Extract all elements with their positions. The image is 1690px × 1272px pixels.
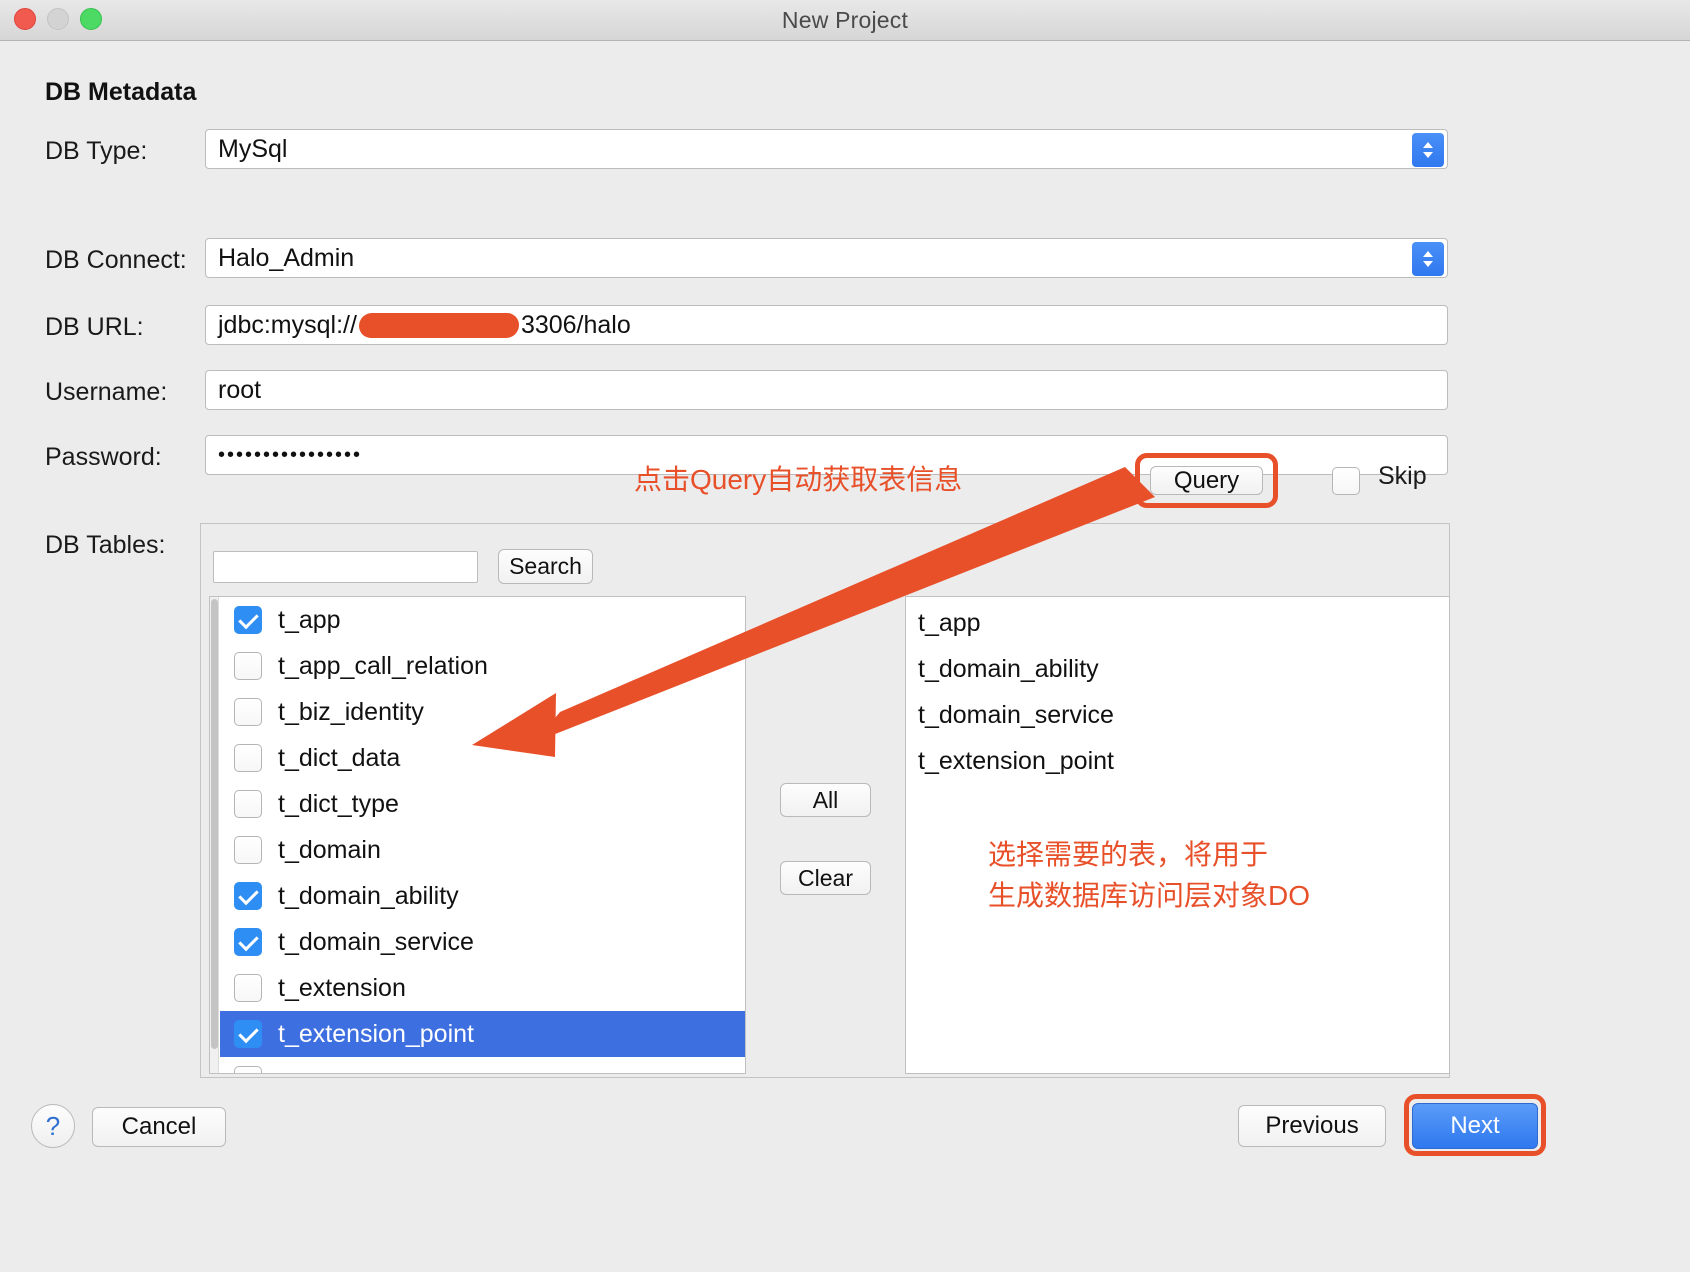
- query-button[interactable]: Query: [1150, 466, 1263, 495]
- table-list-item[interactable]: t_dict_type: [220, 781, 746, 827]
- chevron-updown-icon[interactable]: [1412, 133, 1444, 167]
- db-type-combobox[interactable]: MySql: [205, 129, 1448, 169]
- table-name-label: t_app_call_relation: [278, 652, 488, 681]
- chevron-updown-icon[interactable]: [1412, 242, 1444, 276]
- table-name-label: t_dict_data: [278, 744, 400, 773]
- password-label: Password:: [45, 443, 162, 472]
- password-value: ••••••••••••••••: [218, 444, 362, 467]
- selection-annotation-line1: 选择需要的表，将用于: [988, 836, 1268, 874]
- table-name-label: t_biz_identity: [278, 698, 424, 727]
- selected-table-item[interactable]: t_domain_service: [910, 692, 1440, 738]
- table-list-item[interactable]: t_app_call_relation: [220, 643, 746, 689]
- table-name-label: t_app: [278, 606, 341, 635]
- previous-button[interactable]: Previous: [1238, 1105, 1386, 1147]
- window-title: New Project: [782, 7, 908, 34]
- close-window-button[interactable]: [14, 8, 36, 30]
- selected-table-item[interactable]: t_extension_point: [910, 738, 1440, 784]
- username-input[interactable]: root: [205, 370, 1448, 410]
- selected-table-item[interactable]: t_domain_ability: [910, 646, 1440, 692]
- db-url-prefix: jdbc:mysql://: [218, 311, 357, 340]
- skip-label: Skip: [1378, 462, 1427, 491]
- list-scrollbar-thumb[interactable]: [211, 599, 218, 1049]
- selected-tables-list[interactable]: t_appt_domain_abilityt_domain_servicet_e…: [905, 596, 1450, 1074]
- window-controls[interactable]: [14, 8, 102, 30]
- table-list-item[interactable]: t_app: [220, 597, 746, 643]
- list-scrollbar-track[interactable]: [210, 597, 219, 1074]
- table-name-label: t_extension_point: [278, 1020, 474, 1049]
- db-connect-combobox[interactable]: Halo_Admin: [205, 238, 1448, 278]
- section-heading: DB Metadata: [45, 78, 196, 107]
- db-connect-value: Halo_Admin: [218, 244, 354, 273]
- window-titlebar: New Project: [0, 0, 1690, 41]
- table-checkbox[interactable]: [234, 1020, 262, 1048]
- db-connect-label: DB Connect:: [45, 246, 187, 275]
- transfer-clear-button[interactable]: Clear: [780, 861, 871, 895]
- table-search-input[interactable]: [213, 551, 478, 583]
- minimize-window-button[interactable]: [47, 8, 69, 30]
- dialog-body: DB Metadata DB Type: MySql DB Connect: H…: [0, 41, 1690, 1272]
- help-button[interactable]: ?: [31, 1104, 75, 1148]
- skip-checkbox[interactable]: [1332, 467, 1360, 495]
- table-checkbox[interactable]: [234, 790, 262, 818]
- table-list-item[interactable]: [220, 1057, 746, 1074]
- table-checkbox[interactable]: [234, 744, 262, 772]
- table-checkbox[interactable]: [234, 836, 262, 864]
- table-checkbox[interactable]: [234, 652, 262, 680]
- db-url-input[interactable]: jdbc:mysql:// 3306/halo: [205, 305, 1448, 345]
- table-checkbox[interactable]: [234, 698, 262, 726]
- table-list-item[interactable]: t_extension_point: [220, 1011, 746, 1057]
- table-list-item[interactable]: t_domain_ability: [220, 873, 746, 919]
- table-list-item[interactable]: t_domain: [220, 827, 746, 873]
- next-button[interactable]: Next: [1412, 1103, 1538, 1149]
- table-list-item[interactable]: t_dict_data: [220, 735, 746, 781]
- table-search-button[interactable]: Search: [498, 549, 593, 584]
- table-checkbox[interactable]: [234, 606, 262, 634]
- available-tables-list[interactable]: t_app t_app_call_relation t_biz_identity t_…: [209, 596, 746, 1074]
- table-list-item[interactable]: t_extension: [220, 965, 746, 1011]
- username-value: root: [218, 376, 261, 405]
- username-label: Username:: [45, 378, 167, 407]
- selected-table-item[interactable]: t_app: [910, 600, 1440, 646]
- transfer-all-button[interactable]: All: [780, 783, 871, 817]
- query-annotation: 点击Query自动获取表信息: [634, 461, 962, 499]
- db-url-suffix: 3306/halo: [521, 311, 631, 340]
- table-name-label: t_domain_ability: [278, 882, 459, 911]
- table-name-label: t_dict_type: [278, 790, 399, 819]
- db-type-value: MySql: [218, 135, 287, 164]
- db-url-label: DB URL:: [45, 313, 144, 342]
- table-checkbox[interactable]: [234, 974, 262, 1002]
- cancel-button[interactable]: Cancel: [92, 1107, 226, 1147]
- table-list-item[interactable]: t_domain_service: [220, 919, 746, 965]
- table-checkbox[interactable]: [234, 928, 262, 956]
- db-tables-label: DB Tables:: [45, 531, 165, 560]
- table-name-label: t_extension: [278, 974, 406, 1003]
- selection-annotation-line2: 生成数据库访问层对象DO: [988, 877, 1310, 915]
- table-name-label: t_domain: [278, 836, 381, 865]
- table-checkbox[interactable]: [234, 1066, 262, 1074]
- table-checkbox[interactable]: [234, 882, 262, 910]
- redaction-mark: [359, 313, 520, 338]
- table-list-item[interactable]: t_biz_identity: [220, 689, 746, 735]
- zoom-window-button[interactable]: [80, 8, 102, 30]
- table-name-label: t_domain_service: [278, 928, 474, 957]
- db-type-label: DB Type:: [45, 137, 147, 166]
